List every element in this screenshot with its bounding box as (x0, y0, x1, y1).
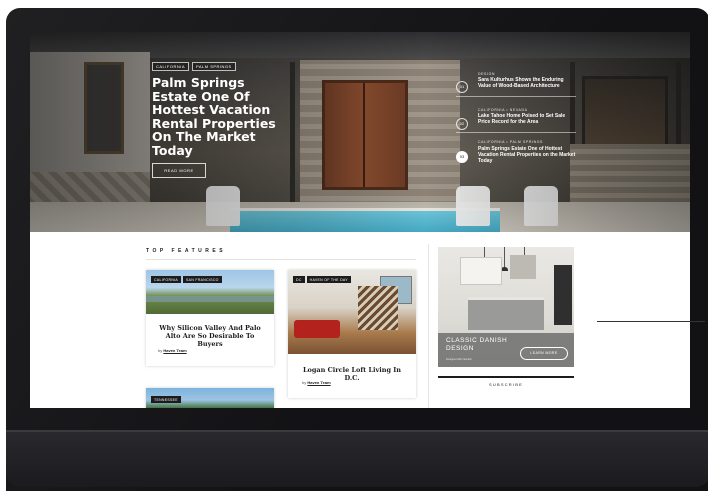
side-item-number: 02 (456, 118, 468, 130)
side-divider (456, 132, 576, 133)
hero-tag[interactable]: CALIFORNIA (152, 62, 190, 71)
content-area: TOP FEATURES CALIFORNIA SAN FRANCISCO Wh… (30, 232, 690, 408)
card-author-link[interactable]: Haven Team (307, 380, 330, 385)
subscribe-label: SUBSCRIBE (489, 382, 523, 387)
read-more-button[interactable]: READ MORE (152, 163, 206, 178)
side-item-title: Lake Tahoe Home Poised to Set Sale Price… (478, 113, 566, 125)
hero-overlay (30, 32, 690, 232)
side-item-category: CALIFORNIA • PALM SPRINGS (478, 140, 543, 144)
card-image-stair (358, 286, 398, 330)
hero-tags: CALIFORNIA PALM SPRINGS (152, 62, 236, 71)
advertisement-banner[interactable]: CLASSIC DANISH DESIGN Designed with inte… (438, 247, 574, 367)
ad-image-pendant-lamp (501, 247, 508, 271)
card-image-sofa (294, 320, 340, 338)
feature-card[interactable]: DC HAVEN OF THE DAY Logan Circle Loft Li… (288, 270, 416, 398)
ad-image-hood (510, 255, 536, 279)
ad-subtitle: Designed with intention (446, 358, 472, 361)
card-author-prefix: by (302, 380, 307, 385)
side-item-number: 01 (456, 81, 468, 93)
hero-tag[interactable]: PALM SPRINGS (192, 62, 236, 71)
feature-card[interactable]: CALIFORNIA SAN FRANCISCO Why Silicon Val… (146, 270, 274, 366)
ad-image-oven (554, 265, 572, 325)
side-item-category: CALIFORNIA • NEVADA (478, 108, 528, 112)
callout-line (597, 321, 705, 322)
card-author-prefix: by (158, 348, 163, 353)
ad-image-cabinet (460, 257, 502, 285)
ad-title: CLASSIC DANISH DESIGN (446, 337, 508, 352)
side-divider (456, 96, 576, 97)
card-tag[interactable]: CALIFORNIA (151, 276, 182, 283)
card-author: by Haven Team (302, 380, 331, 385)
monitor-divider (6, 430, 708, 432)
side-item-title: Palm Springs Estate One of Hottest Vacat… (478, 146, 576, 164)
monitor-chin (6, 430, 708, 487)
card-tag[interactable]: TENNESSEE (151, 396, 181, 403)
card-author: by Haven Team (158, 348, 187, 353)
learn-more-button[interactable]: LEARN MORE (520, 347, 568, 360)
card-tags: CALIFORNIA SAN FRANCISCO (151, 276, 222, 283)
subscribe-widget[interactable]: SUBSCRIBE (438, 376, 574, 398)
card-author-link[interactable]: Haven Team (163, 348, 186, 353)
card-title[interactable]: Why Silicon Valley And Palo Alto Are So … (154, 324, 266, 348)
side-item-number: 03 (456, 151, 468, 163)
ad-image-island (468, 297, 544, 330)
section-title: TOP FEATURES (146, 248, 227, 254)
section-rule (146, 259, 416, 260)
card-tag[interactable]: HAVEN OF THE DAY (306, 276, 351, 283)
feature-card[interactable]: TENNESSEE (146, 388, 274, 408)
card-tag[interactable]: DC (293, 276, 305, 283)
card-tags: DC HAVEN OF THE DAY (293, 276, 351, 283)
card-tags: TENNESSEE (151, 396, 181, 403)
side-item-category: DESIGN (478, 72, 496, 76)
side-item-title: Sara Kulturhus Shows the Enduring Value … (478, 77, 564, 89)
website-screen: CALIFORNIA PALM SPRINGS Palm Springs Est… (30, 32, 690, 408)
hero-title[interactable]: Palm Springs Estate One Of Hottest Vacat… (152, 76, 292, 157)
hero-banner[interactable]: CALIFORNIA PALM SPRINGS Palm Springs Est… (30, 32, 690, 232)
card-tag[interactable]: SAN FRANCISCO (183, 276, 222, 283)
sidebar-divider (428, 244, 429, 408)
